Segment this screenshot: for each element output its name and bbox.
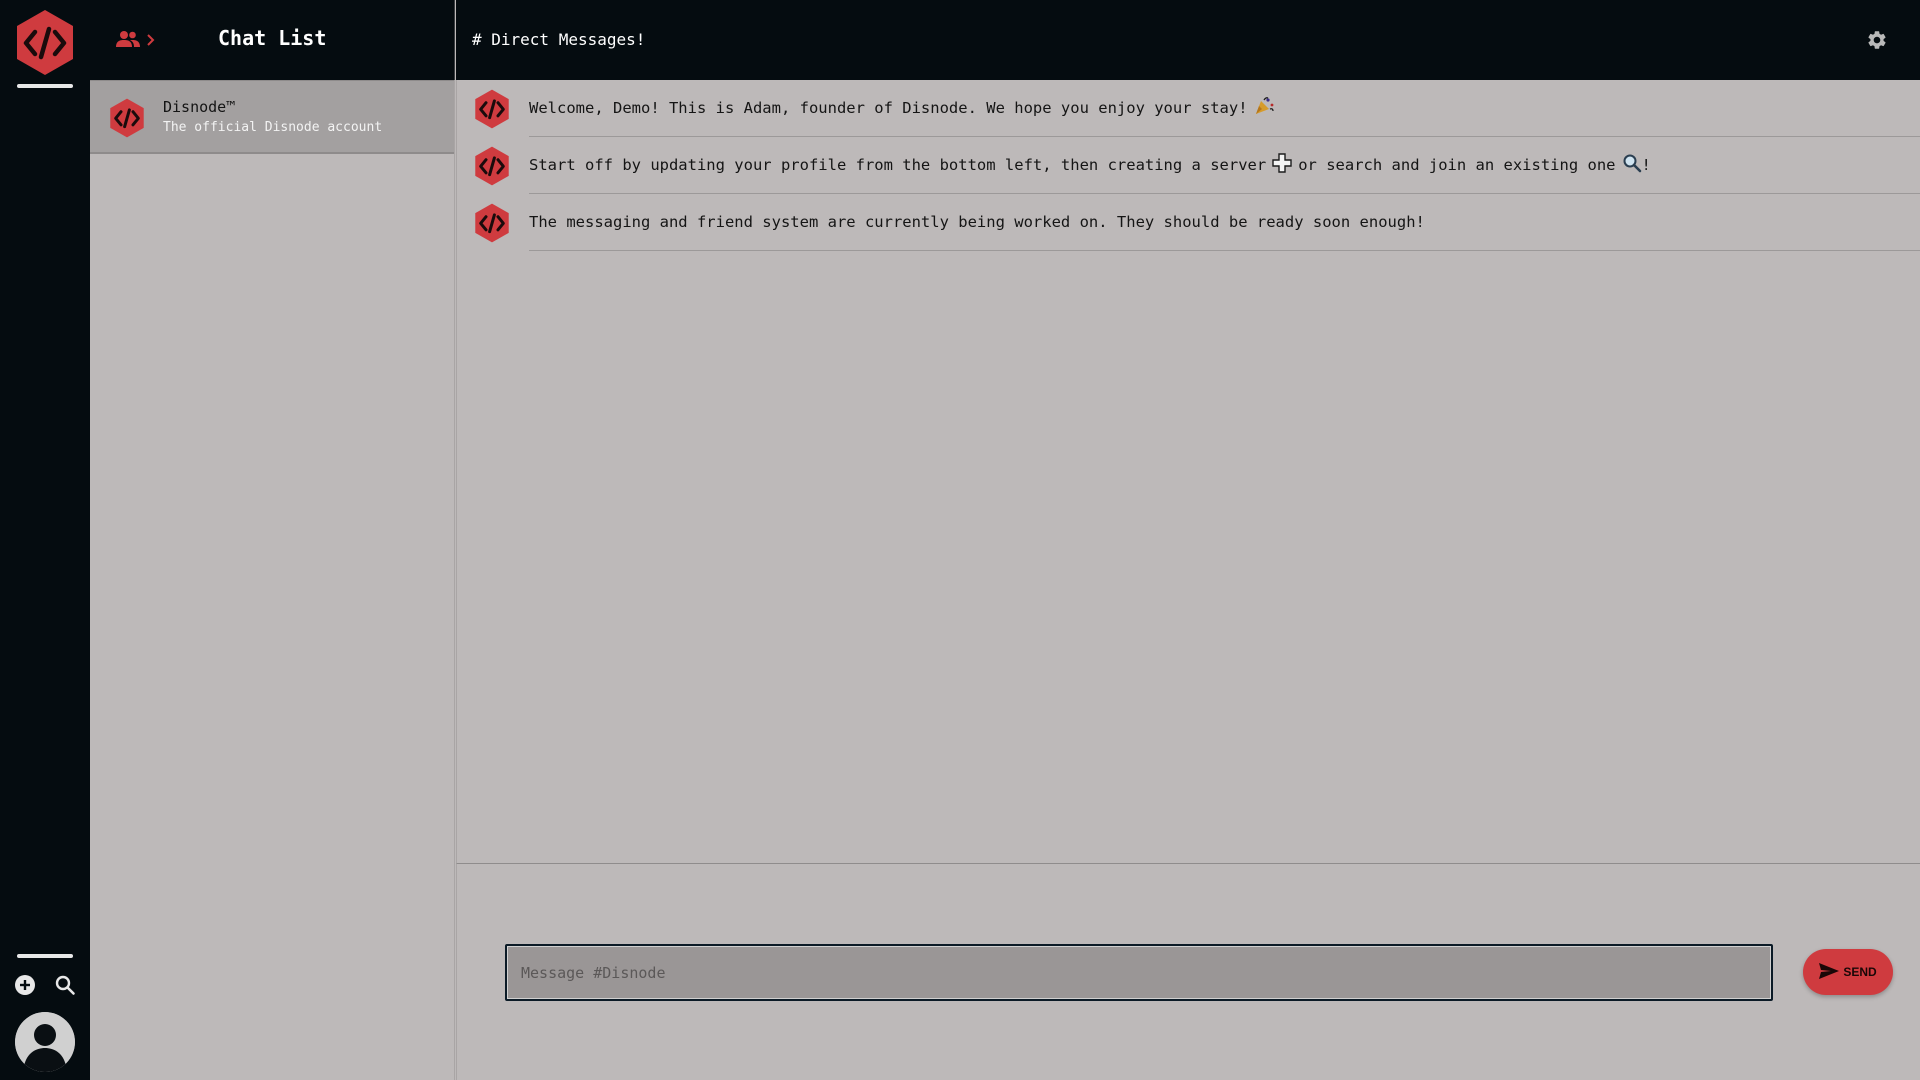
send-icon xyxy=(1819,962,1840,982)
disnode-logo-icon xyxy=(474,146,510,186)
plus-icon xyxy=(1272,153,1292,177)
message-body-end: ! xyxy=(1641,156,1651,174)
friends-toggle-button[interactable] xyxy=(116,30,162,52)
message-text: Start off by updating your profile from … xyxy=(529,137,1920,194)
chat-item-name: Disnode™ xyxy=(163,98,236,116)
user-avatar-icon[interactable] xyxy=(15,1012,75,1072)
chevron-right-icon xyxy=(146,32,156,51)
message-item: The messaging and friend system are curr… xyxy=(457,194,1920,251)
disnode-logo-icon xyxy=(109,98,145,138)
chat-item-subtitle: The official Disnode account xyxy=(163,120,383,135)
message-body-middle: or search and join an existing one xyxy=(1298,156,1616,174)
message-input[interactable] xyxy=(505,944,1773,1001)
message-item: Start off by updating your profile from … xyxy=(457,137,1920,194)
message-text: Welcome, Demo! This is Adam, founder of … xyxy=(529,80,1920,137)
server-rail xyxy=(0,0,90,1080)
message-body: The messaging and friend system are curr… xyxy=(529,213,1425,231)
rail-divider-bottom xyxy=(17,954,73,958)
channel-title: # Direct Messages! xyxy=(472,30,646,49)
gear-icon[interactable] xyxy=(1866,29,1888,51)
rail-divider-top xyxy=(17,84,73,88)
disnode-logo-icon xyxy=(474,203,510,243)
chat-list: Disnode™ The official Disnode account xyxy=(90,80,455,1080)
chat-list-header: Chat List xyxy=(90,0,455,80)
plus-circle-icon[interactable] xyxy=(14,974,36,996)
message-composer: SEND xyxy=(456,864,1920,1080)
search-icon[interactable] xyxy=(54,974,76,996)
disnode-logo-icon[interactable] xyxy=(15,9,75,76)
chat-list-item[interactable]: Disnode™ The official Disnode account xyxy=(90,80,454,154)
message-body-start: Start off by updating your profile from … xyxy=(529,156,1267,174)
message-body: Welcome, Demo! This is Adam, founder of … xyxy=(529,99,1248,117)
channel-header: # Direct Messages! xyxy=(456,0,1920,80)
party-popper-icon xyxy=(1254,97,1274,119)
message-item: Welcome, Demo! This is Adam, founder of … xyxy=(457,80,1920,137)
users-icon xyxy=(116,30,140,52)
send-button[interactable]: SEND xyxy=(1803,949,1893,995)
message-text: The messaging and friend system are curr… xyxy=(529,194,1920,251)
chat-list-title: Chat List xyxy=(218,26,327,50)
disnode-logo-icon xyxy=(474,89,510,129)
message-list: Welcome, Demo! This is Adam, founder of … xyxy=(456,80,1920,864)
send-label: SEND xyxy=(1843,965,1877,979)
search-icon xyxy=(1622,153,1642,177)
